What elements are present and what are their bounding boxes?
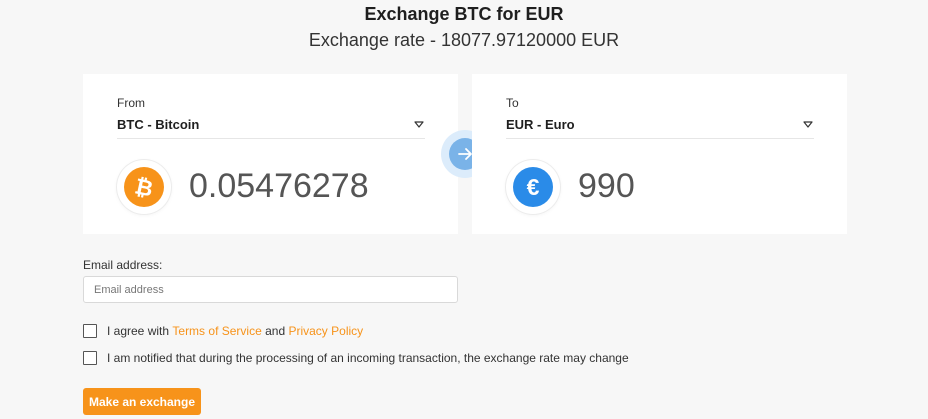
to-label: To (506, 96, 519, 110)
from-amount-input[interactable] (189, 164, 429, 208)
from-currency-select[interactable]: BTC - Bitcoin (117, 116, 425, 139)
euro-icon: € (506, 160, 560, 214)
make-exchange-button[interactable]: Make an exchange (83, 388, 201, 415)
to-currency-select[interactable]: EUR - Euro (506, 116, 814, 139)
email-label: Email address: (83, 258, 163, 272)
exchange-rate: Exchange rate - 18077.97120000 EUR (308, 30, 620, 50)
page-title: Exchange BTC for EUR (364, 4, 564, 24)
rate-notice-text: I am notified that during the processing… (107, 351, 629, 365)
bitcoin-icon: ₿ (117, 160, 171, 214)
from-label: From (117, 96, 145, 110)
terms-checkbox[interactable] (83, 324, 97, 338)
terms-of-service-link[interactable]: Terms of Service (172, 324, 261, 338)
chevron-down-icon (414, 121, 424, 128)
email-input[interactable] (83, 276, 458, 303)
chevron-down-icon (803, 121, 813, 128)
from-card: From BTC - Bitcoin ₿ (83, 74, 458, 234)
from-currency-value: BTC - Bitcoin (117, 117, 200, 132)
privacy-policy-link[interactable]: Privacy Policy (288, 324, 363, 338)
to-currency-value: EUR - Euro (506, 117, 575, 132)
rate-notice-checkbox[interactable] (83, 351, 97, 365)
terms-and-text: and (265, 324, 286, 338)
to-amount-input[interactable] (578, 164, 818, 208)
svg-text:€: € (527, 174, 540, 200)
terms-prefix: I agree with (107, 324, 170, 338)
terms-agreement-row: I agree with Terms of Service and Privac… (83, 323, 363, 339)
rate-notice-row: I am notified that during the processing… (83, 350, 629, 366)
to-card: To EUR - Euro € (472, 74, 847, 234)
